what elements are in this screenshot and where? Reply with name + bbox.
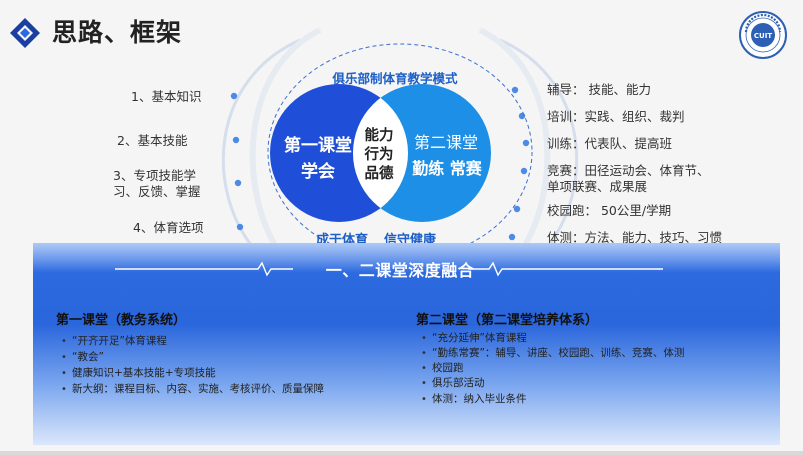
overlap-text: 能力 行为 品德 — [357, 127, 401, 184]
first-bullet-1: “开齐开足”体育课程 — [61, 334, 167, 349]
second-classroom-sub: 勤练 常赛 — [412, 159, 482, 178]
second-classroom-label: 第二课堂 — [413, 133, 478, 152]
model-title: 俱乐部制体育教学模式 — [332, 71, 458, 86]
overlap-line-ability: 能力 — [364, 128, 394, 144]
overlap-line-behavior: 行为 — [364, 147, 394, 163]
first-classroom-sub: 学会 — [301, 162, 335, 182]
second-bullet-3: 校园跑 — [421, 361, 463, 376]
first-bullet-3: 健康知识+基本技能+专项技能 — [61, 366, 216, 381]
fusion-title: 一、二课堂深度融合 — [325, 261, 475, 280]
second-bullet-1: “充分延伸”体育课程 — [421, 331, 527, 346]
overlap-line-morality: 品德 — [364, 166, 394, 182]
second-bullet-2: “勤练常赛”：辅导、讲座、校园跑、训练、竞赛、体测 — [421, 346, 684, 361]
first-bullet-2: “教会” — [61, 350, 104, 365]
slide: 思路、框架 CUIT 1、基本知识 2、基本技能 3、专项技能学 习、反馈、掌握… — [0, 0, 803, 455]
first-classroom-label: 第一课堂 — [284, 136, 352, 156]
second-classroom-title: 第二课堂（第二课堂培养体系） — [416, 313, 599, 328]
second-bullet-4: 俱乐部活动 — [421, 376, 484, 391]
first-classroom-title: 第一课堂（教务系统） — [56, 313, 187, 328]
second-bullet-5: 体测：纳入毕业条件 — [421, 392, 526, 407]
bottom-divider — [0, 451, 803, 455]
first-bullet-4: 新大纲：课程目标、内容、实施、考核评价、质量保障 — [61, 382, 324, 397]
